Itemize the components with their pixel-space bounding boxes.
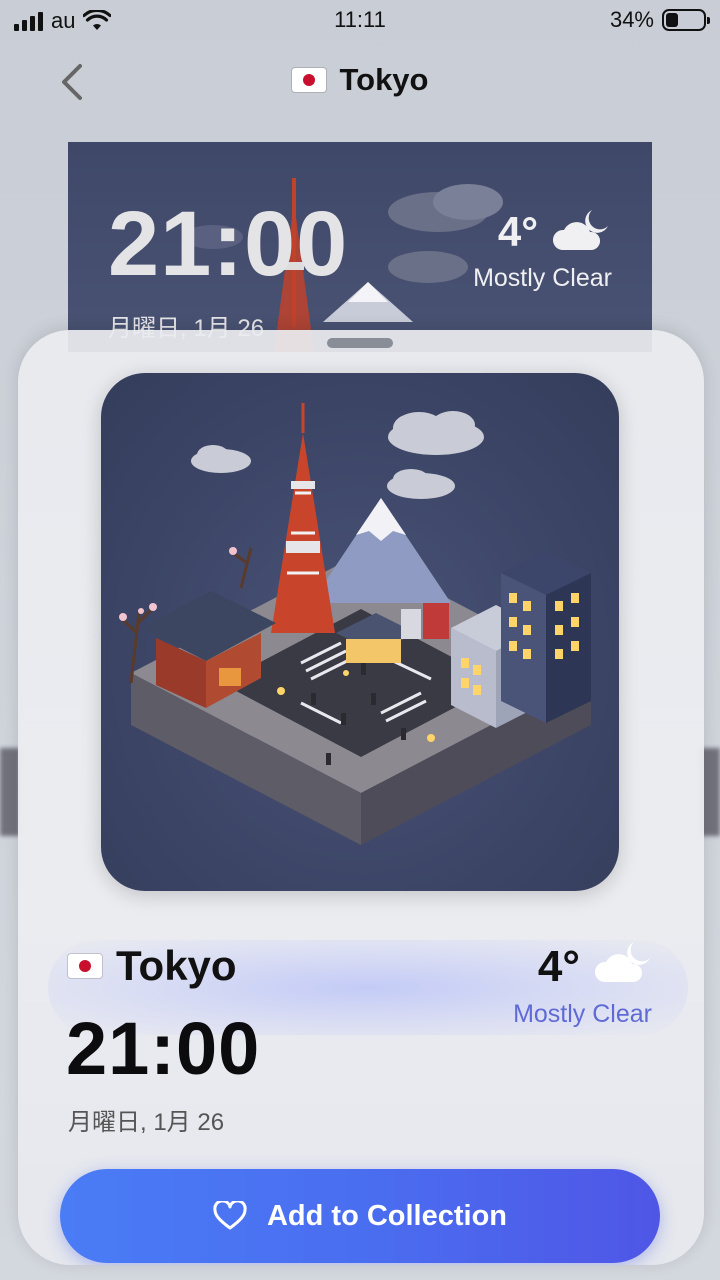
weather-condition: Mostly Clear (513, 1000, 652, 1028)
page-title-text: Tokyo (339, 62, 429, 97)
side-thumbnail-left[interactable] (0, 748, 20, 836)
preview-temperature: 4° (497, 208, 538, 255)
battery-fill (666, 13, 679, 27)
sheet-grabber[interactable] (327, 338, 393, 348)
preview-widget[interactable]: 21:00 月曜日, 1月 26 4° Mostly Clear (68, 142, 652, 352)
cloud-moon-icon (594, 942, 650, 982)
clock-date: 月曜日, 1月 26 (68, 1109, 225, 1136)
status-right: 34% (609, 7, 710, 33)
isometric-tokyo-scene (119, 403, 591, 845)
nav-bar: Tokyo (0, 50, 720, 114)
city-name: Tokyo (116, 942, 237, 989)
detail-sheet: Tokyo 21:00 月曜日, 1月 26 4° Mostly Clear A… (18, 330, 704, 1265)
page-title: Tokyo (0, 62, 720, 98)
preview-time: 21:00 (108, 193, 349, 295)
add-to-collection-label: Add to Collection (266, 1199, 508, 1232)
city-row: Tokyo (68, 942, 237, 990)
heart-icon (213, 1201, 247, 1230)
battery-icon (662, 9, 710, 31)
hero-image (101, 373, 619, 891)
clock-time: 21:00 (66, 1007, 261, 1090)
status-bar: au 11:11 34% (0, 0, 720, 40)
japan-flag-icon (291, 68, 326, 92)
preview-condition: Mostly Clear (473, 264, 612, 292)
cloud-moon-icon (552, 210, 608, 250)
battery-percent: 34% (609, 7, 654, 32)
temperature: 4° (537, 942, 580, 991)
japan-flag-icon (68, 954, 102, 978)
add-to-collection-button[interactable]: Add to Collection (60, 1169, 660, 1263)
